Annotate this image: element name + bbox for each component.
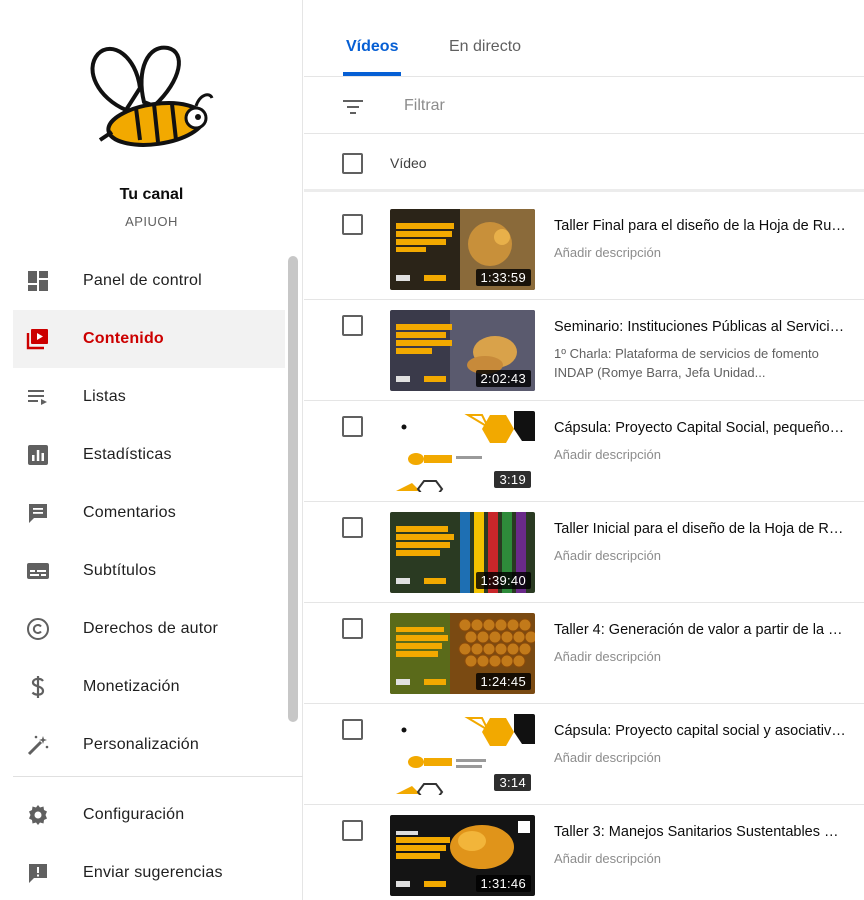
sidebar-item-customization[interactable]: Personalización — [13, 716, 285, 774]
video-duration: 1:33:59 — [475, 269, 531, 286]
table-row[interactable]: 1:39:40 Taller Inicial para el diseño de… — [304, 502, 864, 603]
divider — [13, 776, 303, 777]
video-title[interactable]: Taller 3: Manejos Sanitarios Sustentable… — [554, 824, 846, 840]
video-title[interactable]: Taller Final para el diseño de la Hoja d… — [554, 218, 846, 234]
playlist-icon — [26, 385, 50, 409]
sidebar-item-playlists[interactable]: Listas — [13, 368, 285, 426]
row-checkbox[interactable] — [342, 517, 363, 538]
video-duration: 3:19 — [494, 471, 531, 488]
video-thumbnail[interactable]: 1:31:46 — [390, 815, 535, 896]
dollar-icon — [26, 675, 50, 699]
sidebar-item-label: Enviar sugerencias — [83, 864, 223, 881]
tab-underline — [343, 72, 401, 76]
channel-avatar[interactable] — [78, 40, 218, 158]
sidebar-item-subtitles[interactable]: Subtítulos — [13, 542, 285, 600]
channel-handle: APIUOH — [125, 214, 178, 229]
video-title[interactable]: Taller 4: Generación de valor a partir d… — [554, 622, 846, 638]
sidebar-footer-nav: Configuración Enviar sugerencias — [13, 786, 285, 900]
sidebar-item-label: Configuración — [83, 806, 185, 823]
gear-icon — [26, 803, 50, 827]
row-checkbox[interactable] — [342, 618, 363, 639]
video-description[interactable]: Añadir descripción — [554, 748, 846, 767]
sidebar-item-label: Estadísticas — [83, 446, 172, 463]
video-list: 1:33:59 Taller Final para el diseño de l… — [304, 199, 864, 900]
table-row[interactable]: 3:19 Cápsula: Proyecto Capital Social, p… — [304, 401, 864, 502]
row-checkbox[interactable] — [342, 315, 363, 336]
sidebar-item-label: Comentarios — [83, 504, 176, 521]
video-duration: 1:24:45 — [475, 673, 531, 690]
table-row[interactable]: 1:33:59 Taller Final para el diseño de l… — [304, 199, 864, 300]
video-duration: 2:02:43 — [475, 370, 531, 387]
sidebar-item-copyright[interactable]: Derechos de autor — [13, 600, 285, 658]
filter-bar — [304, 78, 864, 134]
sidebar-item-analytics[interactable]: Estadísticas — [13, 426, 285, 484]
sidebar-scrollbar[interactable] — [288, 256, 298, 722]
subtitles-icon — [26, 559, 50, 583]
sidebar-item-label: Subtítulos — [83, 562, 157, 579]
sidebar-item-label: Monetización — [83, 678, 180, 695]
video-title[interactable]: Cápsula: Proyecto Capital Social, pequeñ… — [554, 420, 846, 436]
sidebar-item-monetization[interactable]: Monetización — [13, 658, 285, 716]
filter-input[interactable] — [404, 94, 704, 118]
row-checkbox[interactable] — [342, 719, 363, 740]
comment-icon — [26, 501, 50, 525]
video-description[interactable]: Añadir descripción — [554, 647, 846, 666]
table-row[interactable]: 2:02:43 Seminario: Instituciones Pública… — [304, 300, 864, 401]
sidebar-item-label: Derechos de autor — [83, 620, 219, 637]
tab-live[interactable]: En directo — [449, 38, 521, 56]
tab-videos[interactable]: Vídeos — [346, 38, 398, 56]
video-description[interactable]: Añadir descripción — [554, 546, 846, 565]
column-header-video: Vídeo — [390, 155, 427, 171]
video-title[interactable]: Taller Inicial para el diseño de la Hoja… — [554, 521, 846, 537]
video-thumbnail[interactable]: 2:02:43 — [390, 310, 535, 391]
video-thumbnail[interactable]: 3:19 — [390, 411, 535, 492]
sidebar-item-label: Panel de control — [83, 272, 202, 289]
content-panel: Vídeos En directo Vídeo — [304, 0, 864, 900]
video-thumbnail[interactable]: 1:39:40 — [390, 512, 535, 593]
copyright-icon — [26, 617, 50, 641]
sidebar-item-content[interactable]: Contenido — [13, 310, 285, 368]
sidebar-item-label: Personalización — [83, 736, 199, 753]
tab-bar: Vídeos En directo — [304, 0, 864, 77]
video-duration: 1:39:40 — [475, 572, 531, 589]
video-description[interactable]: 1º Charla: Plataforma de servicios de fo… — [554, 344, 846, 382]
video-duration: 1:31:46 — [475, 875, 531, 892]
table-row[interactable]: 3:14 Cápsula: Proyecto capital social y … — [304, 704, 864, 805]
row-checkbox[interactable] — [342, 820, 363, 841]
channel-title: Tu canal — [119, 186, 184, 203]
sidebar-item-feedback[interactable]: Enviar sugerencias — [13, 844, 285, 900]
content-icon — [26, 327, 50, 351]
video-title[interactable]: Seminario: Instituciones Públicas al Ser… — [554, 319, 846, 335]
dashboard-icon — [26, 269, 50, 293]
sidebar: Tu canal APIUOH Panel de control Conteni… — [0, 0, 303, 900]
sidebar-item-settings[interactable]: Configuración — [13, 786, 285, 844]
row-checkbox[interactable] — [342, 416, 363, 437]
video-thumbnail[interactable]: 3:14 — [390, 714, 535, 795]
row-checkbox[interactable] — [342, 214, 363, 235]
sidebar-item-label: Listas — [83, 388, 126, 405]
video-description[interactable]: Añadir descripción — [554, 445, 846, 464]
analytics-icon — [26, 443, 50, 467]
magic-wand-icon — [26, 733, 50, 757]
table-row[interactable]: 1:31:46 Taller 3: Manejos Sanitarios Sus… — [304, 805, 864, 900]
select-all-checkbox[interactable] — [342, 153, 363, 174]
sidebar-nav: Panel de control Contenido Listas Estadí… — [13, 252, 285, 774]
filter-icon[interactable] — [341, 95, 365, 119]
sidebar-item-label: Contenido — [83, 330, 164, 347]
feedback-icon — [26, 861, 50, 885]
sidebar-item-dashboard[interactable]: Panel de control — [13, 252, 285, 310]
video-description[interactable]: Añadir descripción — [554, 243, 846, 262]
video-thumbnail[interactable]: 1:33:59 — [390, 209, 535, 290]
table-row[interactable]: 1:24:45 Taller 4: Generación de valor a … — [304, 603, 864, 704]
video-duration: 3:14 — [494, 774, 531, 791]
video-description[interactable]: Añadir descripción — [554, 849, 846, 868]
video-title[interactable]: Cápsula: Proyecto capital social y asoci… — [554, 723, 846, 739]
video-thumbnail[interactable]: 1:24:45 — [390, 613, 535, 694]
table-header: Vídeo — [304, 135, 864, 192]
sidebar-item-comments[interactable]: Comentarios — [13, 484, 285, 542]
